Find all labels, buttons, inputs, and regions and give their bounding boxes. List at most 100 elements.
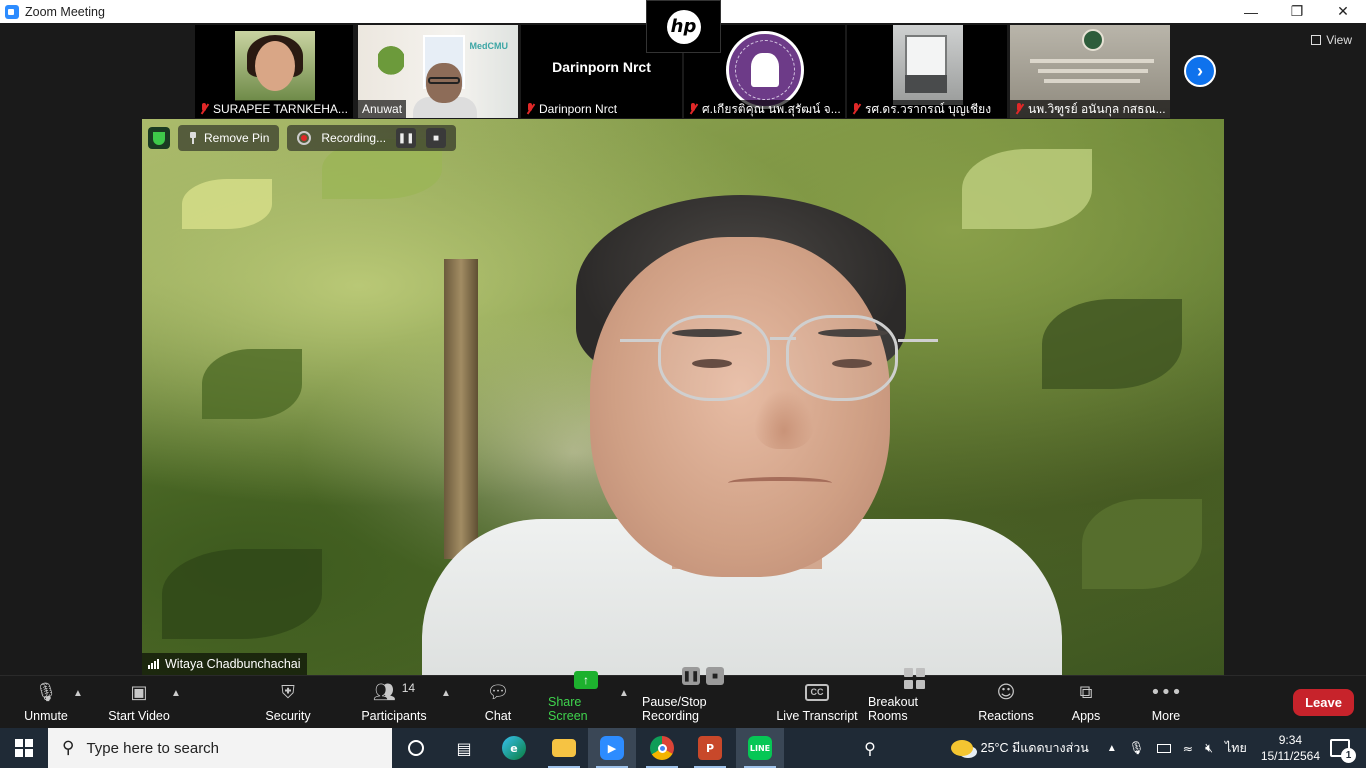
glasses — [658, 315, 770, 401]
audio-options-chevron-icon[interactable]: ▲ — [73, 688, 83, 699]
window-title: Zoom Meeting — [25, 4, 105, 19]
participant-name-tag: Darinporn Nrct — [521, 100, 622, 118]
notifications-icon[interactable]: 1 — [1330, 739, 1356, 763]
remove-pin-button[interactable]: Remove Pin — [178, 125, 280, 151]
reactions-button[interactable]: ☺ Reactions — [976, 676, 1036, 729]
volume-muted-icon[interactable]: 🔇︎ — [1205, 740, 1213, 756]
task-view-icon: ▤ — [456, 738, 472, 758]
pause-recording-icon[interactable]: ❚❚ — [396, 128, 417, 148]
view-button[interactable]: View — [1311, 33, 1352, 47]
apps-button[interactable]: ⧉ Apps — [1066, 676, 1106, 729]
muted-mic-icon — [1014, 103, 1024, 115]
edge-button[interactable]: e — [490, 728, 538, 768]
windows-taskbar: ⚲ Type here to search ▤ e ▶ P LINE ⚲ 25°… — [0, 728, 1366, 768]
muted-mic-icon — [851, 103, 861, 115]
muted-microphone-icon: 🎙︎ — [34, 681, 58, 703]
chrome-button[interactable] — [638, 728, 686, 768]
speaker-name-tag: Witaya Chadbunchachai — [142, 653, 307, 675]
weather-icon[interactable] — [950, 740, 973, 756]
clock[interactable]: 9:34 15/11/2564 — [1261, 732, 1320, 764]
view-grid-icon — [1311, 35, 1322, 45]
recording-indicator: Recording... ❚❚ ■ — [287, 125, 457, 151]
participant-thumbnail[interactable]: รศ.ดร.วรากรณ์ บุญเชียง — [847, 25, 1007, 118]
breakout-rooms-button[interactable]: Breakout Rooms — [868, 668, 960, 729]
main-speaker-video: Remove Pin Recording... ❚❚ ■ Witaya Chad… — [142, 119, 1224, 675]
unmute-button[interactable]: 🎙︎ Unmute — [18, 676, 74, 729]
weather-text[interactable]: 25°C มีแดดบางส่วน — [981, 738, 1089, 758]
live-transcript-button[interactable]: CC Live Transcript — [776, 676, 858, 729]
stop-icon: ■ — [706, 667, 724, 685]
edge-icon: e — [502, 736, 526, 760]
recording-icon — [297, 131, 312, 145]
notification-count: 1 — [1341, 748, 1356, 763]
input-language[interactable]: ไทย — [1225, 738, 1247, 758]
smiley-icon: ☺ — [996, 681, 1016, 703]
chrome-icon — [650, 736, 674, 760]
taskbar-search-box[interactable]: ⚲ Type here to search — [48, 728, 392, 768]
apps-icon: ⧉ — [1079, 681, 1093, 703]
zoom-taskbar-button[interactable]: ▶ — [588, 728, 636, 768]
share-screen-button[interactable]: ↑ Share Screen — [548, 671, 624, 729]
people-button[interactable]: ⚲ — [846, 728, 894, 768]
security-button[interactable]: ⛨ Security — [260, 676, 316, 729]
more-button[interactable]: ••• More — [1146, 676, 1186, 729]
security-shield-icon: ⛨ — [281, 681, 295, 703]
file-explorer-button[interactable] — [540, 728, 588, 768]
video-top-controls: Remove Pin Recording... ❚❚ ■ — [148, 125, 457, 151]
leave-button[interactable]: Leave — [1293, 689, 1354, 716]
video-off-icon: ▣ — [130, 681, 148, 703]
start-button[interactable] — [0, 728, 48, 768]
participant-name-tag: ศ.เกียรติคุณ นพ.สุรัฒน์ จ... — [684, 100, 845, 118]
participant-name-tag: SURAPEE TARNKEHA... — [195, 100, 352, 118]
chat-button[interactable]: 💬︎ Chat — [478, 676, 518, 729]
participants-count: 14 — [401, 681, 416, 695]
pause-stop-recording-button[interactable]: ❚❚ ■ Pause/Stop Recording — [642, 667, 764, 729]
participant-name-tag: Anuwat — [358, 100, 407, 118]
muted-mic-icon — [199, 103, 209, 115]
participant-display-name: Darinporn Nrct — [552, 59, 651, 75]
encryption-shield-icon[interactable] — [148, 127, 170, 149]
minimize-icon[interactable]: — — [1228, 0, 1274, 23]
more-dots-icon: ••• — [1150, 681, 1182, 703]
microphone-icon[interactable]: 🎙︎ — [1129, 740, 1145, 756]
tray-expand-chevron-icon[interactable]: ▲ — [1107, 743, 1117, 754]
participant-video — [235, 31, 315, 101]
share-options-chevron-icon[interactable]: ▲ — [619, 688, 629, 699]
zoom-meeting-screen: Zoom Meeting — ❐ ✕ hp View SURAPEE TARNK… — [0, 0, 1366, 768]
powerpoint-button[interactable]: P — [686, 728, 734, 768]
maximize-icon[interactable]: ❐ — [1274, 0, 1320, 23]
line-button[interactable]: LINE — [736, 728, 784, 768]
task-view-button[interactable]: ▤ — [440, 728, 488, 768]
participants-options-chevron-icon[interactable]: ▲ — [441, 688, 451, 699]
pin-icon — [188, 132, 198, 144]
muted-mic-icon — [688, 103, 698, 115]
cortana-icon — [408, 740, 424, 756]
search-icon: ⚲ — [62, 738, 75, 758]
cortana-button[interactable] — [392, 728, 440, 768]
participants-button[interactable]: 👥︎ 14 Participants — [356, 676, 432, 729]
chat-bubble-icon: 💬︎ — [486, 681, 510, 703]
zoom-icon: ▶ — [600, 736, 624, 760]
people-icon: ⚲ — [864, 738, 876, 758]
start-video-button[interactable]: ▣ Start Video — [104, 676, 174, 729]
battery-icon[interactable] — [1156, 743, 1171, 753]
video-options-chevron-icon[interactable]: ▲ — [171, 688, 181, 699]
powerpoint-icon: P — [698, 736, 722, 760]
participant-thumbnail[interactable]: SURAPEE TARNKEHA... — [195, 25, 353, 118]
next-page-arrow-icon[interactable]: › — [1184, 55, 1216, 87]
close-icon[interactable]: ✕ — [1320, 0, 1366, 23]
hp-overlay-logo: hp — [646, 0, 721, 53]
windows-logo-icon — [15, 739, 33, 757]
participant-name-tag: นพ.วิฑูรย์ อนันกุล กสธณ... — [1010, 100, 1170, 118]
wall-logo: MedCMU — [469, 41, 509, 51]
wifi-icon[interactable]: ≈ — [1183, 741, 1193, 756]
participant-thumbnail[interactable]: MedCMU Anuwat — [358, 25, 518, 118]
view-button-label: View — [1326, 33, 1352, 47]
participants-icon: 👥︎ — [372, 681, 396, 703]
breakout-rooms-icon — [903, 668, 925, 689]
stop-recording-icon[interactable]: ■ — [426, 128, 447, 148]
participant-name-tag: รศ.ดร.วรากรณ์ บุญเชียง — [847, 100, 996, 118]
zoom-app-icon — [5, 4, 19, 19]
participant-thumbnail[interactable]: นพ.วิฑูรย์ อนันกุล กสธณ... — [1010, 25, 1170, 118]
share-screen-icon: ↑ — [574, 671, 598, 689]
